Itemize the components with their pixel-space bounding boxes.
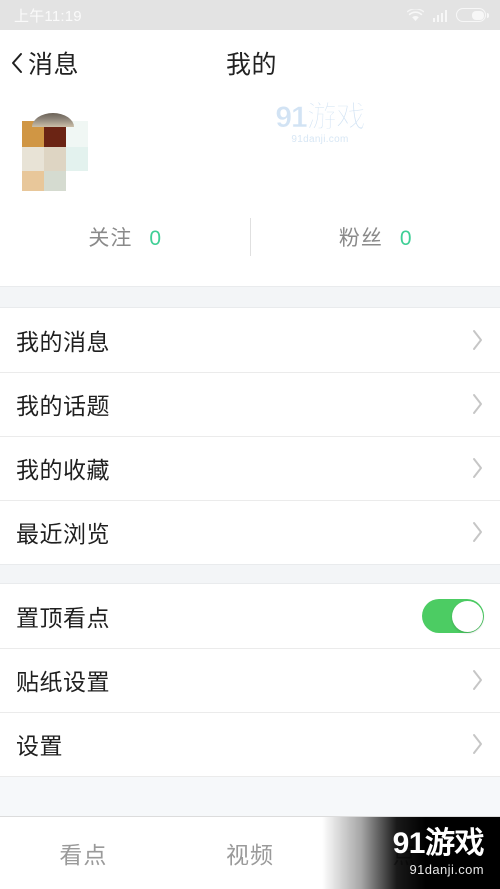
app-screen: 上午11:19 消息 我的 91游戏 91danji.com 关注 0 粉丝 0… (0, 0, 500, 889)
tab-label: 视频 (226, 842, 274, 868)
stat-fans[interactable]: 粉丝 0 (251, 222, 500, 252)
status-bar: 上午11:19 (0, 0, 500, 30)
list-group-two: 置顶看点 贴纸设置 设置 (0, 584, 500, 776)
tab-label: 看点 (59, 842, 108, 868)
list-item-label: 最近浏览 (16, 521, 110, 547)
section-gap-top (0, 286, 500, 308)
profile-header: 91游戏 91danji.com 关注 0 粉丝 0 (0, 96, 500, 286)
battery-fill (471, 10, 484, 20)
watermark-bottom-sub: 91danji.com (409, 862, 484, 877)
status-indicators (406, 8, 489, 22)
navigation-bar: 消息 我的 (0, 30, 500, 96)
avatar-pixel-block (22, 147, 44, 171)
list-item-recently-viewed[interactable]: 最近浏览 (0, 500, 500, 564)
toggle-knob (451, 600, 483, 632)
tab-video[interactable]: 视频 (167, 836, 334, 870)
chevron-right-icon (471, 520, 484, 544)
watermark-top: 91游戏 91danji.com (272, 102, 368, 146)
avatar-hair-arc (32, 113, 74, 127)
avatar[interactable] (22, 113, 88, 191)
chevron-right-icon (471, 456, 484, 480)
list-item-label: 我的话题 (16, 393, 110, 419)
stat-fans-value: 0 (399, 227, 412, 250)
watermark-top-main: 91游戏 (275, 101, 366, 134)
watermark-bottom-main: 91游戏 (392, 827, 485, 860)
stat-following-value: 0 (149, 227, 162, 250)
wifi-icon (406, 8, 424, 22)
list-item-label: 贴纸设置 (16, 669, 110, 695)
list-group-one: 我的消息 我的话题 我的收藏 最近浏览 (0, 308, 500, 564)
stat-following-label: 关注 (88, 227, 133, 250)
back-button-label: 消息 (28, 51, 80, 79)
list-item-settings[interactable]: 设置 (0, 712, 500, 776)
toggle-switch-pin-highlights[interactable] (422, 599, 484, 633)
list-item-my-messages[interactable]: 我的消息 (0, 308, 500, 372)
chevron-right-icon (471, 732, 484, 756)
watermark-bottom: 91游戏 91danji.com (322, 817, 500, 889)
bottom-tab-bar: 看点 视频 点点 91游戏 91danji.com (0, 816, 500, 889)
content-filler (0, 776, 500, 816)
chevron-right-icon (471, 328, 484, 352)
avatar-pixel-block (22, 171, 44, 191)
list-item-label: 我的消息 (16, 329, 110, 355)
list-item-label: 我的收藏 (16, 457, 110, 483)
chevron-right-icon (471, 392, 484, 416)
avatar-pixel-block (66, 171, 88, 191)
list-item-sticker-settings[interactable]: 贴纸设置 (0, 648, 500, 712)
back-button[interactable]: 消息 (0, 45, 79, 81)
battery-icon (456, 8, 489, 22)
stat-following[interactable]: 关注 0 (0, 222, 250, 252)
chevron-right-icon (471, 668, 484, 692)
list-item-my-topics[interactable]: 我的话题 (0, 372, 500, 436)
list-item-label: 设置 (16, 733, 63, 759)
section-gap-middle (0, 564, 500, 584)
watermark-top-sub: 91danji.com (291, 134, 349, 145)
list-item-my-favorites[interactable]: 我的收藏 (0, 436, 500, 500)
status-time: 上午11:19 (14, 7, 82, 25)
tab-kandian[interactable]: 看点 (0, 836, 167, 870)
chevron-left-icon (11, 52, 28, 74)
profile-stats: 关注 0 粉丝 0 (0, 206, 500, 268)
stat-fans-label: 粉丝 (338, 227, 383, 250)
avatar-pixel-block (66, 147, 88, 171)
list-item-label: 置顶看点 (16, 605, 110, 631)
signal-icon (432, 9, 447, 22)
list-item-pin-highlights[interactable]: 置顶看点 (0, 584, 500, 648)
avatar-pixel-block (44, 171, 66, 191)
avatar-pixel-block (44, 147, 66, 171)
page-title: 我的 (226, 51, 278, 79)
